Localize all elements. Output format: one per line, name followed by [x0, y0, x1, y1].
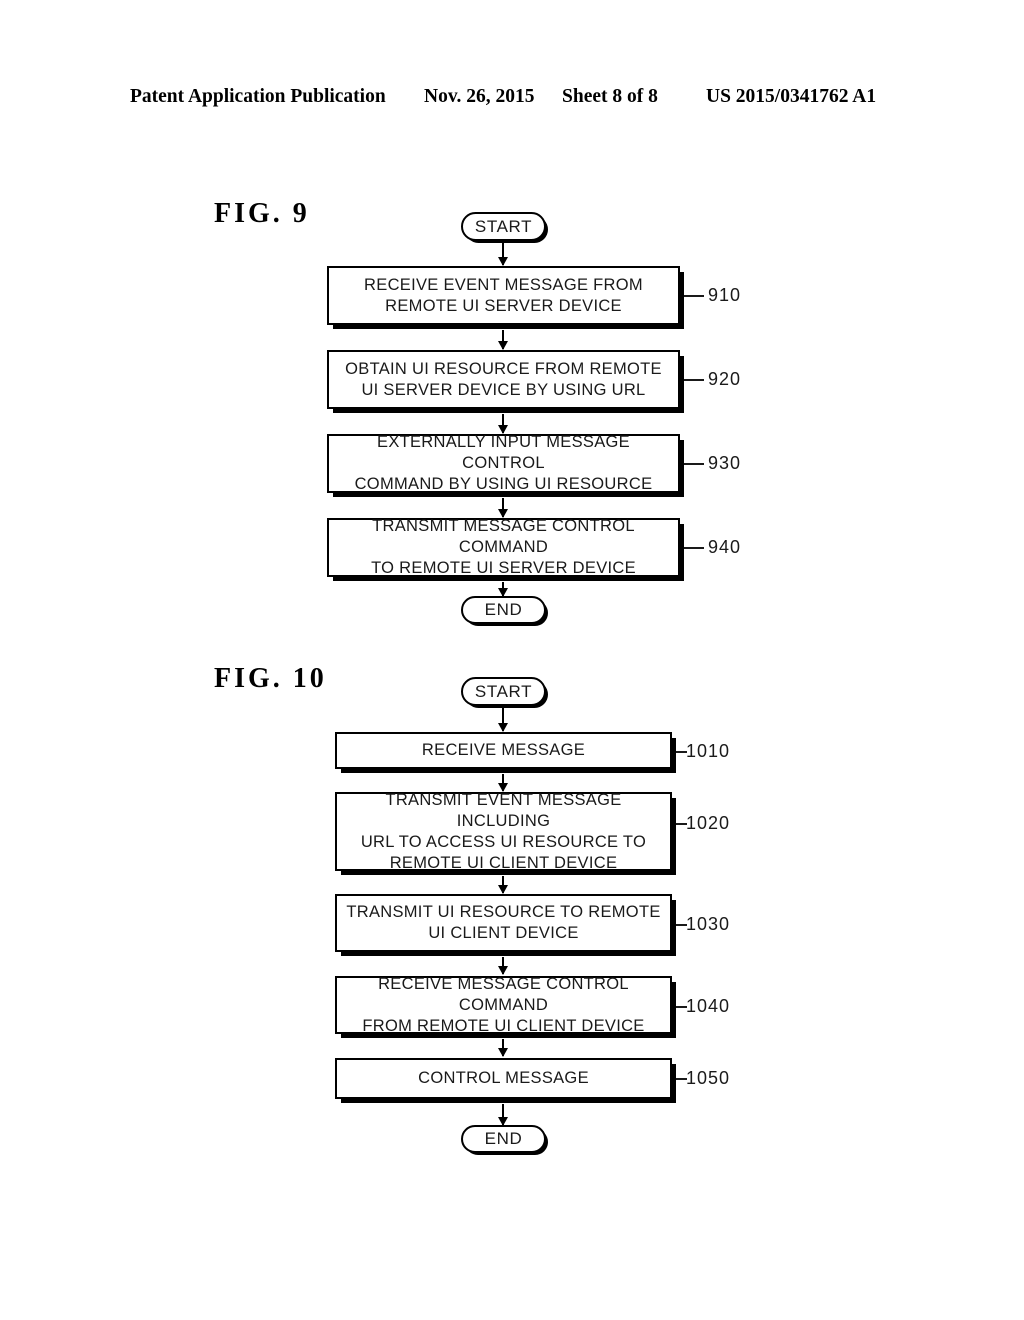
fig10-start-label: START — [474, 681, 533, 701]
fig10-connector-start-to-1010 — [498, 706, 508, 732]
fig9-step-930-box: EXTERNALLY INPUT MESSAGE CONTROL COMMAND… — [327, 433, 680, 493]
fig10-step-1020-box: TRANSMIT EVENT MESSAGE INCLUDING URL TO … — [335, 790, 672, 872]
fig9-step-910-text: RECEIVE EVENT MESSAGE FROM REMOTE UI SER… — [364, 275, 643, 315]
fig10-connector-1020-to-1030 — [498, 876, 508, 894]
fig9-step-930-text: EXTERNALLY INPUT MESSAGE CONTROL COMMAND… — [354, 433, 653, 493]
fig10-end-terminal: END — [461, 1125, 546, 1153]
fig9-connector-920-to-930 — [498, 414, 508, 434]
fig9-step-920-box: OBTAIN UI RESOURCE FROM REMOTE UI SERVER… — [327, 350, 680, 409]
sheet-number: Sheet 8 of 8 — [562, 86, 658, 107]
fig9-start-terminal: START — [461, 212, 546, 241]
publication-date: Nov. 26, 2015 — [424, 86, 535, 107]
fig9-step-920-text: OBTAIN UI RESOURCE FROM REMOTE UI SERVER… — [345, 359, 662, 399]
fig9-leader-910 — [684, 295, 704, 297]
fig9-connector-940-to-end — [498, 582, 508, 597]
fig9-end-terminal: END — [461, 596, 546, 624]
fig10-step-1050-text: CONTROL MESSAGE — [418, 1069, 589, 1087]
fig9-ref-910: 910 — [708, 285, 742, 305]
fig10-step-1020-text: TRANSMIT EVENT MESSAGE INCLUDING URL TO … — [360, 790, 647, 872]
fig10-step-1030-box: TRANSMIT UI RESOURCE TO REMOTE UI CLIENT… — [335, 894, 672, 952]
figure-10-title: FIG. 10 — [214, 663, 327, 694]
fig10-connector-1050-to-end — [498, 1104, 508, 1126]
figure-9-title: FIG. 9 — [214, 198, 310, 229]
fig10-step-1030-text: TRANSMIT UI RESOURCE TO REMOTE UI CLIENT… — [346, 903, 661, 942]
publication-type-label: Patent Application Publication — [130, 86, 386, 107]
fig9-ref-940: 940 — [708, 537, 742, 557]
fig9-connector-930-to-940 — [498, 498, 508, 518]
fig9-connector-start-to-910 — [498, 241, 508, 266]
fig9-ref-930: 930 — [708, 453, 742, 473]
fig10-step-1050-box: CONTROL MESSAGE — [335, 1058, 672, 1099]
fig9-leader-930 — [684, 463, 704, 465]
fig9-ref-920: 920 — [708, 369, 742, 389]
fig10-ref-1010: 1010 — [686, 741, 731, 761]
fig9-start-label: START — [474, 216, 533, 236]
fig9-end-label: END — [484, 600, 523, 619]
fig9-step-910-box: RECEIVE EVENT MESSAGE FROM REMOTE UI SER… — [327, 266, 680, 325]
fig10-ref-1030: 1030 — [686, 914, 731, 934]
fig10-connector-1040-to-1050 — [498, 1039, 508, 1057]
fig10-start-terminal: START — [461, 677, 546, 706]
publication-number: US 2015/0341762 A1 — [706, 86, 877, 107]
fig10-ref-1040: 1040 — [686, 996, 731, 1016]
fig10-step-1040-text: RECEIVE MESSAGE CONTROL COMMAND FROM REM… — [362, 974, 645, 1035]
fig9-leader-920 — [684, 379, 704, 381]
fig9-connector-910-to-920 — [498, 330, 508, 350]
fig10-connector-1010-to-1020 — [498, 774, 508, 792]
fig10-ref-1020: 1020 — [686, 813, 731, 833]
fig10-step-1010-box: RECEIVE MESSAGE — [335, 732, 672, 769]
fig10-step-1010-text: RECEIVE MESSAGE — [421, 741, 586, 759]
fig10-ref-1050: 1050 — [686, 1068, 731, 1088]
fig9-leader-940 — [684, 547, 704, 549]
fig10-connector-1030-to-1040 — [498, 957, 508, 975]
fig10-step-1040-box: RECEIVE MESSAGE CONTROL COMMAND FROM REM… — [335, 974, 672, 1035]
publication-header: Patent Application Publication Nov. 26, … — [0, 86, 1024, 112]
fig9-step-940-text: TRANSMIT MESSAGE CONTROL COMMAND TO REMO… — [371, 517, 636, 577]
fig9-step-940-box: TRANSMIT MESSAGE CONTROL COMMAND TO REMO… — [327, 517, 680, 577]
fig10-end-label: END — [484, 1129, 523, 1148]
